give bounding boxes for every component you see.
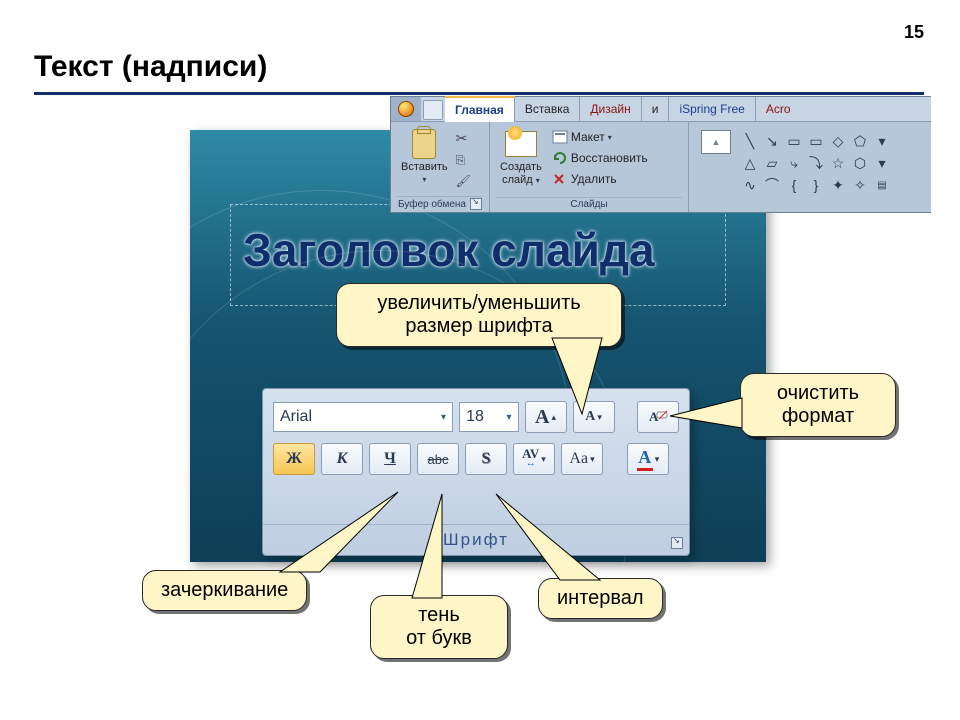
group-shapes: ▲ ╲↘▭▭◇⬠▾ △▱⤷⤵☆⬡▾ ∿⌒{}✦✧▤ . — [689, 122, 931, 212]
group-slides: Создать слайд ▾ Макет ▾ Восстановить — [490, 122, 689, 212]
grow-font-button[interactable]: A▴ — [525, 401, 567, 433]
clear-format-button[interactable]: A — [637, 401, 679, 433]
font-size-combo[interactable]: 18 ▾ — [459, 402, 518, 432]
underline-button[interactable]: Ч — [369, 443, 411, 475]
callout-strike: зачеркивание — [142, 570, 307, 611]
reset-button[interactable]: Восстановить — [552, 149, 648, 167]
layout-label: Макет — [571, 130, 605, 144]
format-painter-icon[interactable]: 🖌 — [456, 174, 471, 188]
font-group-panel: Arial ▾ 18 ▾ A▴ A▾ A Ж К Ч abc S AV↔ ▾ — [262, 388, 690, 556]
tab-fragment[interactable]: и — [642, 97, 670, 121]
tab-home[interactable]: Главная — [445, 96, 515, 122]
slides-group-label: Слайды — [570, 199, 607, 210]
shadow-button[interactable]: S — [465, 443, 507, 475]
italic-button[interactable]: К — [321, 443, 363, 475]
ribbon: Главная Вставка Дизайн и iSpring Free Ac… — [390, 96, 931, 213]
paste-label: Вставить — [401, 162, 448, 173]
strike-button[interactable]: abc — [417, 443, 459, 475]
font-color-button[interactable]: A ▾ — [627, 443, 669, 475]
title-rule — [34, 92, 924, 95]
clipboard-group-label: Буфер обмена — [398, 199, 466, 210]
tab-acrobat[interactable]: Acro — [756, 97, 801, 121]
copy-icon[interactable]: ⎘ — [456, 153, 471, 168]
callout-clear-format: очиститьформат — [740, 373, 896, 437]
callout-spacing: интервал — [538, 578, 663, 619]
shapes-gallery[interactable]: ╲↘▭▭◇⬠▾ △▱⤷⤵☆⬡▾ ∿⌒{}✦✧▤ — [737, 126, 893, 198]
char-spacing-button[interactable]: AV↔ ▾ — [513, 443, 555, 475]
delete-button[interactable]: Удалить — [552, 170, 648, 188]
bold-button[interactable]: Ж — [273, 443, 315, 475]
office-button[interactable] — [391, 97, 421, 121]
clipboard-launcher[interactable] — [470, 198, 482, 210]
new-slide-button[interactable]: Создать слайд ▾ — [496, 126, 546, 188]
font-group-launcher[interactable] — [671, 537, 683, 549]
paste-button[interactable]: Вставить ▾ — [397, 126, 452, 188]
font-size-value: 18 — [466, 408, 484, 426]
callout-shadow: теньот букв — [370, 595, 508, 659]
font-group-label: Шрифт — [443, 530, 509, 550]
change-case-button[interactable]: Aa▾ — [561, 443, 603, 475]
new-slide-label-2: слайд — [502, 174, 533, 186]
ribbon-tabs: Главная Вставка Дизайн и iSpring Free Ac… — [391, 97, 931, 122]
reset-label: Восстановить — [571, 151, 648, 165]
new-slide-icon — [505, 131, 537, 157]
tab-insert[interactable]: Вставка — [515, 97, 581, 121]
page-title: Текст (надписи) — [34, 50, 267, 84]
clipboard-icon — [412, 129, 436, 159]
tab-ispring[interactable]: iSpring Free — [669, 97, 755, 121]
qat-placeholder[interactable] — [423, 100, 443, 120]
group-clipboard: Вставить ▾ ✂ ⎘ 🖌 Буфер обмена — [391, 122, 490, 212]
shrink-font-button[interactable]: A▾ — [573, 401, 615, 433]
tab-design[interactable]: Дизайн — [580, 97, 641, 121]
delete-label: Удалить — [571, 172, 617, 186]
page-number: 15 — [904, 22, 924, 43]
font-name-value: Arial — [280, 408, 312, 426]
font-name-combo[interactable]: Arial ▾ — [273, 402, 453, 432]
picture-icon[interactable]: ▲ — [701, 130, 731, 154]
slide-title-text: Заголовок слайда — [231, 205, 725, 277]
layout-button[interactable]: Макет ▾ — [552, 128, 648, 146]
callout-font-size: увеличить/уменьшитьразмер шрифта — [336, 283, 622, 347]
cut-icon[interactable]: ✂ — [456, 130, 471, 147]
new-slide-label-1: Создать — [500, 162, 542, 173]
